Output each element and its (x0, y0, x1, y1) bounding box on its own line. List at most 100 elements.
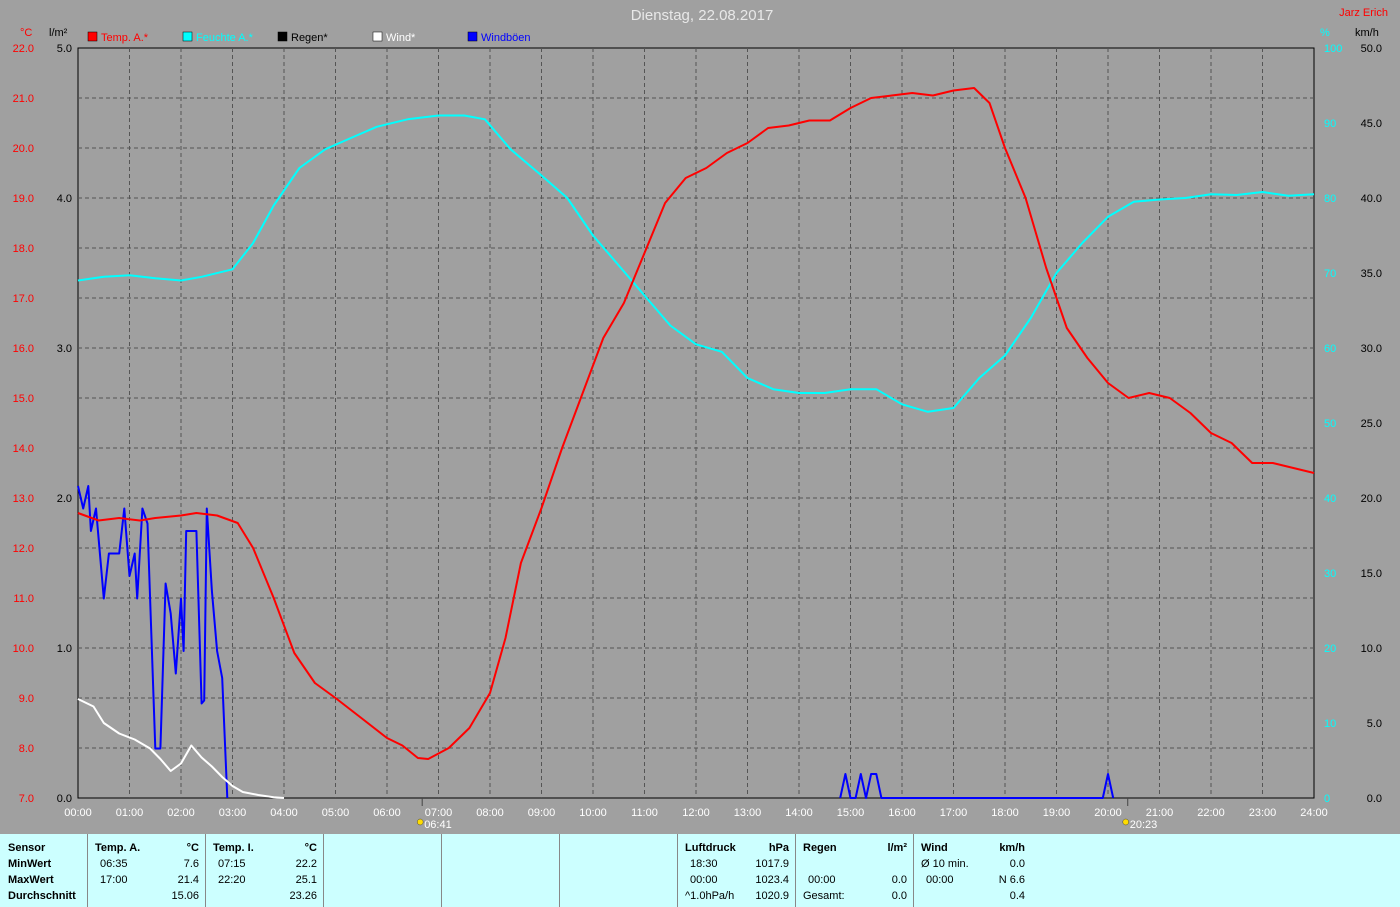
rain-tick-label: 0.0 (57, 793, 72, 805)
pressure-min-val: 1017.9 (755, 858, 789, 870)
stats-col-temp-i: Temp. I. °C 07:15 22.2 22:20 25.1 23.26 (205, 834, 323, 907)
humidity-tick-label: 80 (1324, 193, 1336, 205)
temp-i-header: Temp. I. (213, 842, 254, 854)
temp-tick-label: 9.0 (19, 693, 34, 705)
min-label: MinWert (8, 858, 52, 870)
wind-tick-label: 30.0 (1361, 343, 1382, 355)
x-tick-label: 14:00 (785, 807, 813, 819)
legend-swatch (277, 31, 288, 42)
x-tick-label: 24:00 (1300, 807, 1328, 819)
rain-header: Regen (803, 842, 837, 854)
x-tick-label: 01:00 (116, 807, 144, 819)
stats-col-temp-a: Temp. A. °C 06:35 7.6 17:00 21.4 15.06 (87, 834, 205, 907)
x-tick-label: 16:00 (888, 807, 916, 819)
temp-a-max-val: 21.4 (177, 874, 199, 886)
pressure-max-val: 1023.4 (755, 874, 789, 886)
x-tick-label: 06:00 (373, 807, 401, 819)
rain-tick-label: 3.0 (57, 343, 72, 355)
sensor-label: Sensor (8, 842, 46, 854)
rain-tick-label: 1.0 (57, 643, 72, 655)
x-tick-label: 19:00 (1043, 807, 1071, 819)
humidity-tick-label: 30 (1324, 568, 1336, 580)
stats-col-empty-2 (441, 834, 559, 907)
x-tick-label: 09:00 (528, 807, 556, 819)
temp-a-unit: °C (186, 842, 199, 854)
humidity-tick-label: 70 (1324, 268, 1336, 280)
temp-tick-label: 20.0 (13, 143, 34, 155)
humidity-tick-label: 50 (1324, 418, 1336, 430)
humidity-tick-label: 100 (1324, 43, 1342, 55)
rain-max-val: 0.0 (891, 874, 907, 886)
stats-col-empty-1 (323, 834, 441, 907)
rain-tick-label: 2.0 (57, 493, 72, 505)
temp-i-max-val: 25.1 (295, 874, 317, 886)
legend-label: Feuchte A.* (196, 32, 254, 44)
rain-unit: l/m² (887, 842, 907, 854)
temp-tick-label: 8.0 (19, 743, 34, 755)
x-tick-label: 11:00 (631, 807, 658, 819)
x-tick-label: 00:00 (64, 807, 92, 819)
temp-tick-label: 13.0 (13, 493, 34, 505)
avg-label: Durchschnitt (8, 890, 76, 902)
temp-tick-label: 11.0 (13, 593, 34, 605)
x-tick-label: 18:00 (991, 807, 1019, 819)
temp-tick-label: 15.0 (13, 393, 34, 405)
x-tick-label: 23:00 (1249, 807, 1277, 819)
wind-tick-label: 5.0 (1367, 718, 1382, 730)
temp-i-unit: °C (304, 842, 317, 854)
author-label: Jarz Erich (1339, 7, 1388, 19)
x-tick-label: 07:00 (425, 807, 453, 819)
temp-unit-label: °C (20, 27, 32, 39)
pressure-header: Luftdruck (685, 842, 736, 854)
sunset-label: 20:23 (1130, 819, 1158, 831)
temp-i-min-val: 22.2 (295, 858, 317, 870)
x-tick-label: 21:00 (1146, 807, 1174, 819)
pressure-trend: ^1.0hPa/h (685, 890, 735, 902)
temp-a-min-time: 06:35 (100, 858, 128, 870)
temp-a-max-time: 17:00 (100, 874, 128, 886)
x-tick-label: 13:00 (734, 807, 762, 819)
temp-tick-label: 16.0 (13, 343, 34, 355)
stats-table: Sensor MinWert MaxWert Durchschnitt Temp… (0, 834, 1400, 907)
wind-tick-label: 20.0 (1361, 493, 1382, 505)
humidity-tick-label: 20 (1324, 643, 1336, 655)
legend-swatch (467, 31, 478, 42)
temp-tick-label: 22.0 (13, 43, 34, 55)
rain-total: 0.0 (891, 890, 907, 902)
pressure-avg: 1020.9 (755, 890, 789, 902)
humidity-tick-label: 10 (1324, 718, 1336, 730)
humidity-tick-label: 0 (1324, 793, 1330, 805)
temp-tick-label: 12.0 (13, 543, 34, 555)
stats-col-rain: Regen l/m² 00:00 0.0 Gesamt: 0.0 (795, 834, 913, 907)
wind-unit-label: km/h (1355, 27, 1379, 39)
x-tick-label: 17:00 (940, 807, 968, 819)
humidity-tick-label: 90 (1324, 118, 1336, 130)
x-tick-label: 08:00 (476, 807, 504, 819)
x-tick-label: 04:00 (270, 807, 298, 819)
x-tick-label: 10:00 (579, 807, 607, 819)
rain-tick-label: 4.0 (57, 193, 72, 205)
temp-tick-label: 7.0 (19, 793, 34, 805)
temp-a-avg: 15.06 (171, 890, 199, 902)
sunset-icon (1122, 818, 1129, 826)
stats-col-empty-3 (559, 834, 677, 907)
rain-max-time: 00:00 (808, 874, 836, 886)
wind-tick-label: 40.0 (1361, 193, 1382, 205)
rain-tick-label: 5.0 (57, 43, 72, 55)
rain-unit-label: l/m² (49, 27, 68, 39)
temp-tick-label: 14.0 (13, 443, 34, 455)
legend-swatch (372, 31, 383, 42)
temp-tick-label: 18.0 (13, 243, 34, 255)
wind-tick-label: 35.0 (1361, 268, 1382, 280)
pressure-min-time: 18:30 (690, 858, 718, 870)
humidity-tick-label: 40 (1324, 493, 1336, 505)
weather-chart: Dienstag, 22.08.2017 Jarz Erich °C l/m² … (0, 0, 1400, 834)
stats-col-pressure: Luftdruck hPa 18:30 1017.9 00:00 1023.4 ^1.… (677, 834, 795, 907)
rain-total-label: Gesamt: (803, 890, 845, 902)
temp-a-header: Temp. A. (95, 842, 141, 854)
stats-col-labels: Sensor MinWert MaxWert Durchschnitt (0, 834, 86, 907)
temp-tick-label: 19.0 (13, 193, 34, 205)
x-tick-label: 05:00 (322, 807, 350, 819)
wind-tick-label: 45.0 (1361, 118, 1382, 130)
pressure-unit: hPa (768, 842, 789, 854)
